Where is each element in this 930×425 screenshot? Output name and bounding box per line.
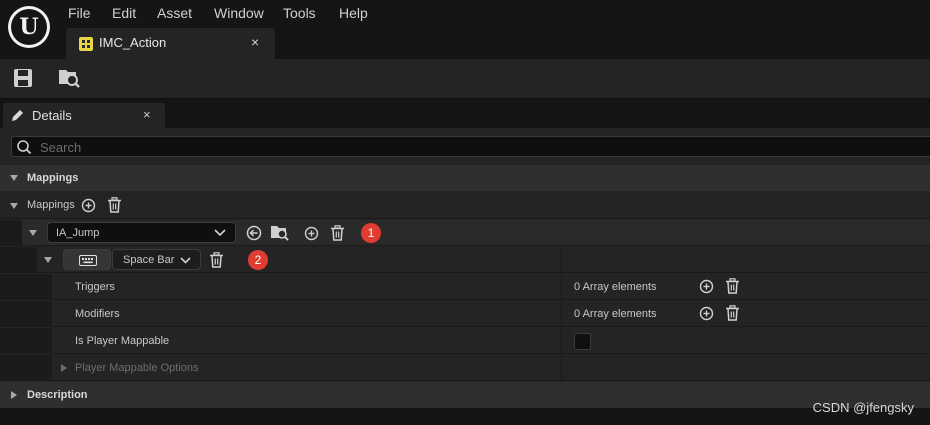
indent-gutter [0,247,37,273]
add-element-icon[interactable] [699,279,714,294]
add-element-icon[interactable] [81,198,96,213]
column-divider [561,301,562,327]
indent-gutter [0,220,22,246]
save-icon[interactable] [12,67,40,93]
action-mapping-row: IA_Jump 1 [0,220,930,246]
search-icon [16,139,32,155]
player-mappable-options-row: Player Mappable Options [0,355,930,381]
key-value: Space Bar [123,254,175,266]
is-player-mappable-label: Is Player Mappable [75,335,170,347]
details-tab-label: Details [32,108,72,123]
annotation-badge-1: 1 [361,223,381,243]
asset-tab[interactable]: IMC_Action × [66,28,275,59]
pencil-icon [10,108,25,123]
column-divider [561,274,562,300]
is-player-mappable-checkbox[interactable] [574,333,591,350]
chevron-down-icon [180,257,191,264]
indent-line [37,301,38,327]
description-category-label: Description [27,389,88,401]
player-mappable-options-label: Player Mappable Options [75,362,199,374]
indent-gutter [0,301,52,327]
indent-line [37,355,38,381]
column-divider [561,355,562,381]
menu-edit[interactable]: Edit [112,4,136,22]
menu-tools[interactable]: Tools [283,4,316,22]
modifiers-row: Modifiers 0 Array elements [0,301,930,327]
delete-icon[interactable] [725,305,740,321]
modifiers-value: 0 Array elements [574,308,657,320]
mappings-row-label: Mappings [27,199,75,211]
delete-icon[interactable] [107,197,122,213]
column-divider [561,328,562,354]
column-divider [561,247,562,273]
is-player-mappable-row: Is Player Mappable [0,328,930,354]
browse-asset-icon[interactable] [56,65,88,93]
use-selected-asset-icon[interactable] [246,225,262,241]
indent-line [22,355,23,381]
mappings-array-row: Mappings [0,192,930,219]
indent-line [22,328,23,354]
delete-icon[interactable] [209,252,224,268]
indent-line [22,274,23,300]
toolbar [0,59,930,99]
menu-asset[interactable]: Asset [157,4,192,22]
unreal-logo-icon[interactable]: U [8,6,50,48]
add-element-icon[interactable] [304,226,319,241]
indent-line [22,247,23,273]
search-box[interactable] [11,136,930,157]
watermark: CSDN @jfengsky [812,400,914,415]
input-action-value: IA_Jump [56,227,100,239]
modifiers-label: Modifiers [75,308,120,320]
asset-tab-label: IMC_Action [99,35,167,50]
indent-line [37,274,38,300]
indent-gutter [0,355,52,381]
key-selector-button[interactable] [63,249,111,270]
triggers-row: Triggers 0 Array elements [0,274,930,300]
add-element-icon[interactable] [699,306,714,321]
expand-arrow-icon[interactable] [11,391,17,399]
triggers-label: Triggers [75,281,115,293]
mappings-category-label: Mappings [27,172,79,184]
expand-arrow-icon[interactable] [44,257,52,263]
delete-icon[interactable] [725,278,740,294]
input-mapping-context-icon [78,36,94,52]
unreal-logo-mark: U [11,9,47,45]
annotation-badge-2: 2 [248,250,268,270]
description-category-row[interactable]: Description [0,382,930,408]
chevron-down-icon [214,229,226,237]
delete-icon[interactable] [330,225,345,241]
mappings-category-row[interactable]: Mappings [0,165,930,191]
input-action-combo[interactable]: IA_Jump [47,222,236,243]
browse-asset-icon[interactable] [270,223,290,242]
keyboard-icon [79,255,97,266]
expand-arrow-icon[interactable] [10,175,18,181]
menu-window[interactable]: Window [214,4,264,22]
indent-line [22,301,23,327]
indent-gutter [0,328,52,354]
indent-line [37,328,38,354]
expand-arrow-icon[interactable] [29,230,37,236]
expand-arrow-icon[interactable] [61,364,67,372]
menu-help[interactable]: Help [339,4,368,22]
menu-file[interactable]: File [68,4,91,22]
key-combo[interactable]: Space Bar [112,249,201,270]
expand-arrow-icon[interactable] [10,203,18,209]
close-icon[interactable]: × [251,34,259,50]
indent-gutter [0,274,52,300]
close-icon[interactable]: × [143,107,151,122]
search-input[interactable] [40,138,920,156]
key-mapping-row: Space Bar 2 [0,247,930,273]
triggers-value: 0 Array elements [574,281,657,293]
details-tab[interactable]: Details × [3,103,165,128]
